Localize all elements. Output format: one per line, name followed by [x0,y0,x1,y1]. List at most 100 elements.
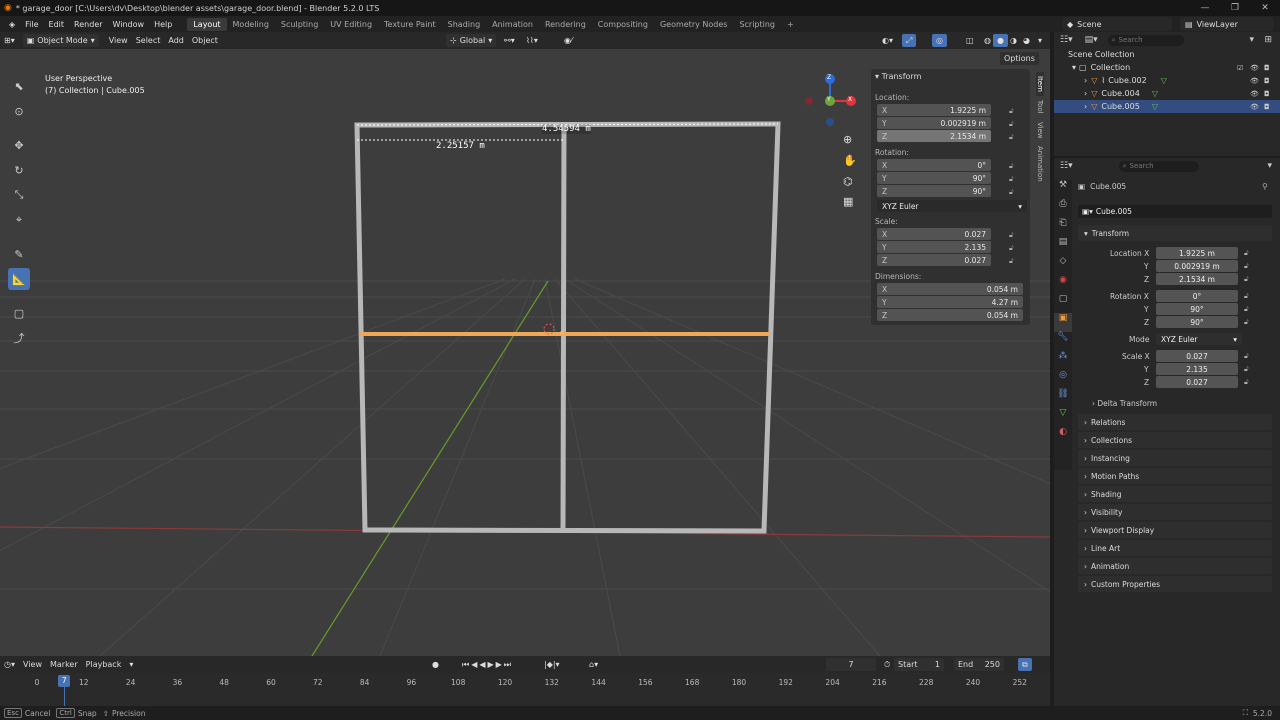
visibility-icon[interactable]: ◐▾ [878,34,897,47]
eye-icon[interactable]: 👁︎ [1250,90,1259,98]
lock-icon[interactable]: 🔓︎ [1244,352,1249,361]
scale-icon[interactable]: ⤡ [8,184,30,206]
lock-icon[interactable]: 🔓︎ [1244,292,1249,301]
close-button[interactable]: ✕ [1250,0,1280,16]
playhead[interactable]: 7 [58,675,71,687]
transform-panel-header[interactable]: ▾ Transform [1078,225,1272,241]
object-name-field[interactable]: ▣▾ Cube.005 [1078,205,1272,218]
lock-icon[interactable]: 🔓︎ [1009,107,1014,116]
location-z-field[interactable]: Z 2.1534 m [877,130,991,142]
modifier-tab-icon[interactable]: 🔧︎ [1054,332,1072,351]
lock-icon[interactable]: 🔓︎ [1009,162,1014,171]
rotation-y-field[interactable]: Y 90° [877,172,991,184]
tab-tool[interactable]: Tool [1036,96,1044,118]
snap-icon[interactable]: ⌇⌇▾ [522,34,542,47]
delta-transform-subpanel[interactable]: › Delta Transform [1092,399,1157,408]
menu-file[interactable]: File [20,20,43,29]
navigation-gizmo[interactable]: Z X Y [800,71,860,131]
outliner-row-collection[interactable]: ▾ ▢ Collection ☑ 👁︎ ◘ [1054,61,1280,74]
eye-icon[interactable]: 👁︎ [1250,77,1259,85]
tab-geometry-nodes[interactable]: Geometry Nodes [654,18,733,31]
add-cube-icon[interactable]: ▢ [8,302,30,324]
editor-type-icon[interactable]: ⊞▾ [0,34,19,47]
camera-visibility-icon[interactable]: ◘ [1264,103,1270,111]
mode-dropdown[interactable]: ▣ Object Mode ▾ [22,34,99,47]
tab-uv-editing[interactable]: UV Editing [324,18,378,31]
material-tab-icon[interactable]: ◐ [1054,427,1072,446]
extrude-icon[interactable]: ⤴ [8,327,30,349]
lock-icon[interactable]: 🔓︎ [1009,120,1014,129]
particles-tab-icon[interactable]: ⁂ [1054,351,1072,370]
tab-view[interactable]: View [1036,118,1044,143]
panel-line-art[interactable]: › Line Art [1078,540,1272,556]
options-button[interactable]: Options [1000,52,1039,65]
timeline-ruler[interactable]: 0 12 24 36 48 60 72 84 96 108 120 132 144 156 168 180 19… [0,673,1050,706]
eye-icon[interactable]: 👁︎ [1250,103,1259,111]
location-x-field[interactable]: X 1.9225 m [877,104,991,116]
camera-icon[interactable]: ⌬ [843,175,853,188]
eye-icon[interactable]: 👁︎ [1250,64,1259,72]
menu-select[interactable]: Select [132,34,165,47]
tab-rendering[interactable]: Rendering [539,18,592,31]
minimize-button[interactable]: — [1190,0,1220,16]
keying-icon[interactable]: ⌂▾ [585,658,602,671]
camera-visibility-icon[interactable]: ◘ [1264,90,1270,98]
pivot-icon[interactable]: ⚯▾ [500,34,519,47]
timeline-menu-playback[interactable]: Playback [82,658,126,671]
orientation-dropdown[interactable]: ⊹ Global ▾ [446,34,497,47]
tab-animation-sidebar[interactable]: Animation [1036,142,1044,186]
prop-scale-x[interactable]: 0.027 [1156,350,1238,362]
zoom-icon[interactable]: ⊕ [843,133,852,146]
prop-rotation-z[interactable]: 90° [1156,316,1238,328]
scale-x-field[interactable]: X 0.027 [877,228,991,240]
lock-icon[interactable]: 🔓︎ [1244,365,1249,374]
prop-location-x[interactable]: 1.9225 m [1156,247,1238,259]
lock-icon[interactable]: 🔓︎ [1244,378,1249,387]
playback-controls[interactable]: ⏮◀◀▶▶⏭ [458,658,517,671]
prop-location-z[interactable]: 2.1534 m [1156,273,1238,285]
menu-add[interactable]: Add [164,34,188,47]
current-frame-field[interactable]: 7 [826,658,876,671]
gizmo-toggle-icon[interactable]: ⤢ [902,34,917,47]
world-tab-icon[interactable]: ◉ [1054,275,1072,294]
perspective-grid-icon[interactable]: ▦ [843,195,853,208]
tab-compositing[interactable]: Compositing [592,18,654,31]
annotate-icon[interactable]: ✎ [8,243,30,265]
overlay-toggle-icon[interactable]: ◎ [932,34,947,47]
move-icon[interactable]: ✥ [8,134,30,156]
prop-rotation-x[interactable]: 0° [1156,290,1238,302]
lock-icon[interactable]: 🔓︎ [1009,133,1014,142]
timeline-menu-view[interactable]: View [19,658,46,671]
menu-render[interactable]: Render [69,20,107,29]
rotate-icon[interactable]: ↻ [8,159,30,181]
panel-collections[interactable]: › Collections [1078,432,1272,448]
scale-y-field[interactable]: Y 2.135 [877,241,991,253]
sync-icon[interactable]: ⧉ [1018,658,1032,671]
lock-icon[interactable]: 🔓︎ [1244,262,1249,271]
panel-relations[interactable]: › Relations [1078,414,1272,430]
panel-motion-paths[interactable]: › Motion Paths [1078,468,1272,484]
lock-icon[interactable]: 🔓︎ [1244,318,1249,327]
menu-edit[interactable]: Edit [44,20,70,29]
scene-selector[interactable]: ◆ Scene [1062,17,1172,31]
scale-z-field[interactable]: Z 0.027 [877,254,991,266]
cursor-tool-icon[interactable]: ⊙ [8,100,30,122]
panel-instancing[interactable]: › Instancing [1078,450,1272,466]
tab-item[interactable]: Item [1036,72,1044,96]
lock-icon[interactable]: 🔓︎ [1244,275,1249,284]
select-box-icon[interactable]: ⬉ [8,75,30,97]
camera-visibility-icon[interactable]: ◘ [1264,64,1270,72]
tab-sculpting[interactable]: Sculpting [275,18,324,31]
tab-modeling[interactable]: Modeling [227,18,275,31]
lock-icon[interactable]: 🔓︎ [1009,231,1014,240]
outliner-row-scene-collection[interactable]: Scene Collection [1054,48,1280,61]
shading-rendered-icon[interactable]: ◕ [1019,34,1034,47]
start-frame-field[interactable]: Start 1 [894,658,944,671]
outliner-editor-icon[interactable]: ☷▾ [1060,35,1073,45]
maximize-button[interactable]: ❐ [1220,0,1250,16]
render-tab-icon[interactable]: ⎙ [1054,199,1072,218]
measure-icon[interactable]: 📐 [8,268,30,290]
lock-icon[interactable]: 🔓︎ [1009,188,1014,197]
tab-layout[interactable]: Layout [187,17,227,31]
tab-scripting[interactable]: Scripting [733,18,781,31]
